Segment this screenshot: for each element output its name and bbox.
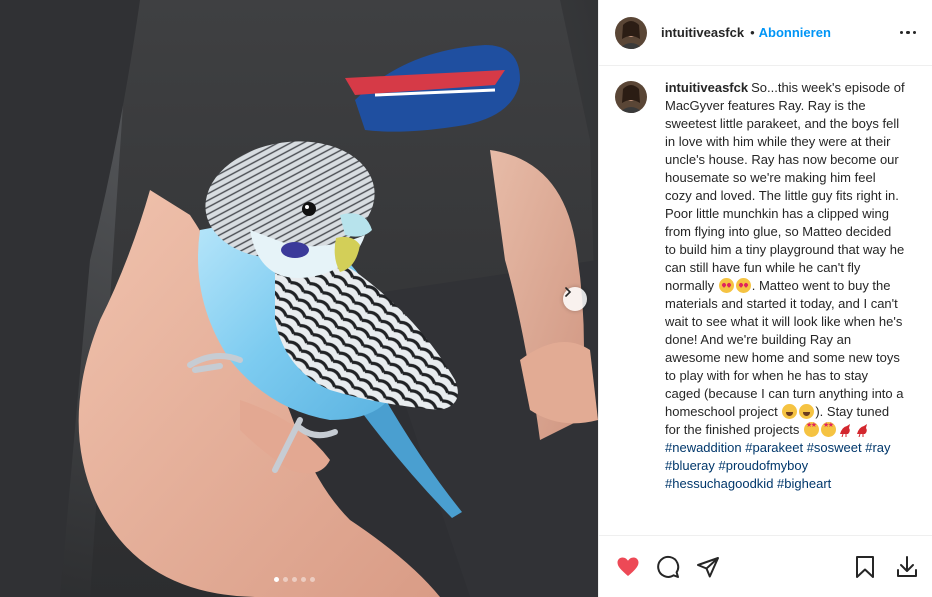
hashtag-link[interactable]: #parakeet xyxy=(745,440,803,455)
avatar[interactable] xyxy=(615,16,647,49)
star-struck-icon xyxy=(821,422,837,437)
carousel-indicator xyxy=(274,577,315,582)
download-button[interactable] xyxy=(894,554,920,580)
smiling-face-with-hearts-icon xyxy=(735,278,751,293)
rolling-laughing-icon xyxy=(782,404,798,419)
post-side-panel: intuitiveasfck • Abonnieren intuitiveasf… xyxy=(598,0,932,597)
comment-icon xyxy=(657,555,680,578)
hashtag-link[interactable]: #blueray xyxy=(665,458,715,473)
rolling-laughing-icon xyxy=(799,404,815,419)
carousel-dot xyxy=(283,577,288,582)
carousel-next-button[interactable] xyxy=(563,287,587,311)
red-bird-icon xyxy=(840,424,851,437)
instagram-post: intuitiveasfck • Abonnieren intuitiveasf… xyxy=(0,0,932,597)
carousel-dot xyxy=(301,577,306,582)
hashtag-link[interactable]: #hessuchagoodkid xyxy=(665,476,773,491)
star-struck-icon xyxy=(804,422,820,437)
carousel-dot xyxy=(310,577,315,582)
more-options-icon[interactable] xyxy=(899,25,916,41)
profile-picture xyxy=(615,81,647,113)
caption-section: intuitiveasfck So...this week's episode o… xyxy=(599,66,932,535)
save-button[interactable] xyxy=(852,554,878,580)
heart-icon xyxy=(617,557,639,576)
caption-username-link[interactable]: intuitiveasfck xyxy=(665,80,748,95)
avatar[interactable] xyxy=(615,81,647,113)
comment-button[interactable] xyxy=(655,554,681,580)
red-bird-icon xyxy=(857,424,868,437)
post-photo[interactable] xyxy=(0,0,598,597)
hashtag-link[interactable]: #bigheart xyxy=(777,476,831,491)
bookmark-icon xyxy=(856,555,874,578)
follow-button[interactable]: Abonnieren xyxy=(759,25,831,40)
caption: intuitiveasfck So...this week's episode o… xyxy=(615,79,918,493)
caption-body: So...this week's episode of MacGyver fea… xyxy=(665,80,905,293)
parakeet-photo xyxy=(0,0,598,597)
carousel-dot xyxy=(292,577,297,582)
caption-body: . Matteo went to buy the materials and s… xyxy=(665,278,904,419)
username-link[interactable]: intuitiveasfck xyxy=(661,25,744,40)
smiling-face-with-hearts-icon xyxy=(718,278,734,293)
profile-picture xyxy=(615,16,647,49)
hashtag-link[interactable]: #newaddition xyxy=(665,440,742,455)
send-icon xyxy=(697,556,719,577)
chevron-right-icon xyxy=(565,287,572,297)
like-button[interactable] xyxy=(615,554,641,580)
hashtag-link[interactable]: #ray xyxy=(865,440,890,455)
action-bar xyxy=(599,535,932,597)
share-button[interactable] xyxy=(695,554,721,580)
hashtag-link[interactable]: #sosweet xyxy=(807,440,862,455)
hashtag-link[interactable]: #proudofmyboy xyxy=(719,458,809,473)
post-header: intuitiveasfck • Abonnieren xyxy=(599,0,932,66)
caption-text: intuitiveasfck So...this week's episode o… xyxy=(665,79,905,493)
carousel-dot xyxy=(274,577,279,582)
download-icon xyxy=(897,555,917,577)
separator-dot: • xyxy=(750,25,755,40)
